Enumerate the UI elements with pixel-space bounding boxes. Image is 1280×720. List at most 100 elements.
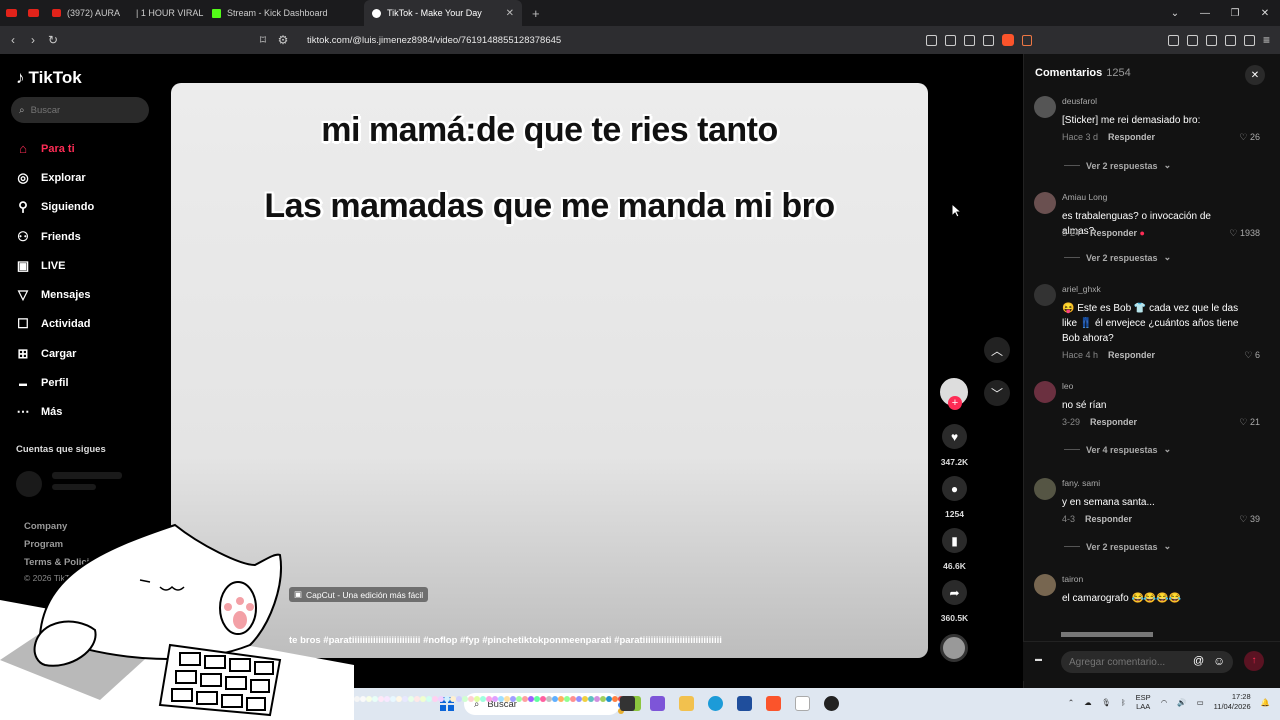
media-icon[interactable] bbox=[1186, 34, 1198, 46]
share-icon[interactable] bbox=[982, 34, 994, 46]
reply-button[interactable]: Responder bbox=[1090, 228, 1137, 238]
tab-viral[interactable]: | 1 HOUR VIRAL A bbox=[128, 0, 204, 26]
next-video-button[interactable]: ﹀ bbox=[984, 380, 1010, 406]
reply-button[interactable]: Responder bbox=[1108, 350, 1155, 360]
wifi-icon[interactable]: ◠ bbox=[1161, 698, 1168, 707]
close-tab-icon[interactable]: ✕ bbox=[506, 8, 514, 19]
music-disc-icon[interactable] bbox=[940, 634, 968, 662]
previous-video-button[interactable]: ︿ bbox=[984, 337, 1010, 363]
sidebar-item-para-ti[interactable]: ⌂ Para ti bbox=[15, 134, 165, 163]
tab-search-icon[interactable]: ⌄ bbox=[1160, 8, 1190, 19]
reply-button[interactable]: Responder bbox=[1085, 514, 1132, 524]
new-tab-button[interactable]: + bbox=[522, 6, 550, 21]
volume-icon[interactable]: 🔊 bbox=[1177, 698, 1186, 707]
menu-icon[interactable]: ≡ bbox=[1263, 33, 1270, 47]
tiktok-logo[interactable]: ♪ TikTok bbox=[16, 68, 82, 88]
reader-icon[interactable] bbox=[925, 34, 937, 46]
wallet-icon[interactable] bbox=[1224, 34, 1236, 46]
emoji-icon[interactable]: ☺ bbox=[1213, 654, 1225, 668]
close-window-icon[interactable]: ✕ bbox=[1250, 8, 1280, 19]
reload-icon[interactable]: ↻ bbox=[43, 33, 63, 47]
chevron-up-icon[interactable]: ⌃ bbox=[1068, 698, 1074, 707]
view-replies-button[interactable]: Ver 2 respuestas ⌄ bbox=[1064, 541, 1171, 552]
avatar[interactable] bbox=[1034, 574, 1056, 596]
vpn-icon[interactable] bbox=[1243, 34, 1255, 46]
language-indicator[interactable]: ESP LAA bbox=[1136, 693, 1151, 711]
maximize-icon[interactable]: ❐ bbox=[1220, 8, 1250, 19]
copilot-icon[interactable] bbox=[650, 696, 665, 711]
tab-kick-dashboard[interactable]: Stream - Kick Dashboard bbox=[204, 0, 364, 26]
sidebar-item-perfil[interactable]: ▬ Perfil bbox=[15, 368, 165, 397]
pinned-tab-youtube-2[interactable] bbox=[22, 0, 44, 26]
comment-user[interactable]: fany. sami bbox=[1062, 478, 1100, 488]
minimize-icon[interactable]: — bbox=[1190, 8, 1220, 19]
avatar[interactable] bbox=[1034, 284, 1056, 306]
sidebar-item-actividad[interactable]: ☐ Actividad bbox=[15, 310, 165, 339]
reply-button[interactable]: Responder bbox=[1090, 417, 1137, 427]
translate-icon[interactable] bbox=[944, 34, 956, 46]
comment-user[interactable]: ariel_ghxk bbox=[1062, 284, 1101, 294]
obs-icon[interactable] bbox=[824, 696, 839, 711]
forward-icon[interactable]: › bbox=[23, 33, 43, 47]
view-replies-button[interactable]: Ver 2 respuestas ⌄ bbox=[1064, 160, 1171, 171]
notification-icon[interactable]: 🔔 bbox=[1261, 698, 1270, 707]
sidebar-item-friends[interactable]: ⚇ Friends bbox=[15, 222, 165, 251]
tab-tiktok[interactable]: TikTok - Make Your Day ✕ bbox=[364, 0, 522, 26]
avatar[interactable] bbox=[1034, 478, 1056, 500]
sidebar-item-cargar[interactable]: ⊞ Cargar bbox=[15, 339, 165, 368]
view-replies-button[interactable]: Ver 4 respuestas ⌄ bbox=[1064, 444, 1171, 455]
battery-icon[interactable]: ▭ bbox=[1197, 698, 1204, 707]
follow-plus-icon[interactable]: + bbox=[948, 396, 962, 410]
comment-button[interactable]: ● bbox=[942, 476, 967, 501]
comment-like[interactable]: ♡ 6 bbox=[1244, 350, 1260, 361]
comment-like[interactable]: ♡ 26 bbox=[1239, 132, 1260, 143]
send-comment-button[interactable]: ↑ bbox=[1244, 651, 1264, 671]
back-icon[interactable]: ‹ bbox=[3, 33, 23, 47]
comment-like[interactable]: ♡ 39 bbox=[1239, 514, 1260, 525]
comment-user[interactable]: tairon bbox=[1062, 574, 1083, 584]
comment-input[interactable] bbox=[1061, 651, 1233, 673]
task-view-icon[interactable] bbox=[620, 696, 635, 711]
like-button[interactable]: ♥ bbox=[942, 424, 967, 449]
comment-user[interactable]: deusfarol bbox=[1062, 96, 1097, 106]
sidebar-item-siguiendo[interactable]: ⚲ Siguiendo bbox=[15, 193, 165, 222]
view-replies-button[interactable]: Ver 2 respuestas ⌄ bbox=[1064, 252, 1171, 263]
bookmark-icon[interactable]: ⌑ bbox=[253, 33, 273, 47]
user-avatar-icon[interactable]: ▬ bbox=[1035, 656, 1042, 663]
cast-icon[interactable] bbox=[963, 34, 975, 46]
sidebar-item-mas[interactable]: ⋯ Más bbox=[15, 398, 165, 427]
notepad-icon[interactable] bbox=[795, 696, 810, 711]
share-button[interactable]: ➦ bbox=[942, 580, 967, 605]
cloud-icon[interactable]: ☁ bbox=[1084, 698, 1092, 707]
avatar[interactable] bbox=[1034, 192, 1056, 214]
url-bar[interactable]: tiktok.com/@luis.jimenez8984/video/76191… bbox=[307, 35, 561, 46]
extensions-icon[interactable] bbox=[1205, 34, 1217, 46]
mic-icon[interactable]: 🎙 bbox=[1102, 698, 1112, 707]
comment-like[interactable]: ♡ 21 bbox=[1239, 417, 1260, 428]
clock[interactable]: 17:28 11/04/2026 bbox=[1214, 692, 1251, 712]
brave-taskbar-icon[interactable] bbox=[766, 696, 781, 711]
avatar[interactable] bbox=[1034, 381, 1056, 403]
sidebar-toggle-icon[interactable] bbox=[1167, 34, 1179, 46]
reply-button[interactable]: Responder bbox=[1108, 132, 1155, 142]
avatar[interactable] bbox=[1034, 96, 1056, 118]
store-icon[interactable] bbox=[737, 696, 752, 711]
comment-user[interactable]: leo bbox=[1062, 381, 1073, 391]
tab-aura[interactable]: (3972) AURA bbox=[44, 0, 128, 26]
save-button[interactable]: ▮ bbox=[942, 528, 967, 553]
close-comments-button[interactable]: ✕ bbox=[1245, 65, 1265, 85]
pinned-tab-youtube-1[interactable] bbox=[0, 0, 22, 26]
rewards-icon[interactable] bbox=[1021, 34, 1032, 46]
mention-icon[interactable]: @ bbox=[1193, 655, 1204, 667]
site-info-icon[interactable]: ⚙ bbox=[273, 33, 293, 47]
sidebar-item-explorar[interactable]: ◎ Explorar bbox=[15, 163, 165, 192]
comment-like[interactable]: ♡ 1938 bbox=[1229, 228, 1260, 239]
bluetooth-icon[interactable]: ᛒ bbox=[1121, 698, 1126, 707]
search-box[interactable]: ⌕ bbox=[11, 97, 149, 123]
edge-icon[interactable] bbox=[708, 696, 723, 711]
sidebar-item-live[interactable]: ▣ LIVE bbox=[15, 251, 165, 280]
comment-user[interactable]: Amiau Long bbox=[1062, 192, 1107, 202]
search-input[interactable] bbox=[30, 104, 131, 116]
sidebar-item-mensajes[interactable]: ▽ Mensajes bbox=[15, 280, 165, 309]
file-explorer-icon[interactable] bbox=[679, 696, 694, 711]
